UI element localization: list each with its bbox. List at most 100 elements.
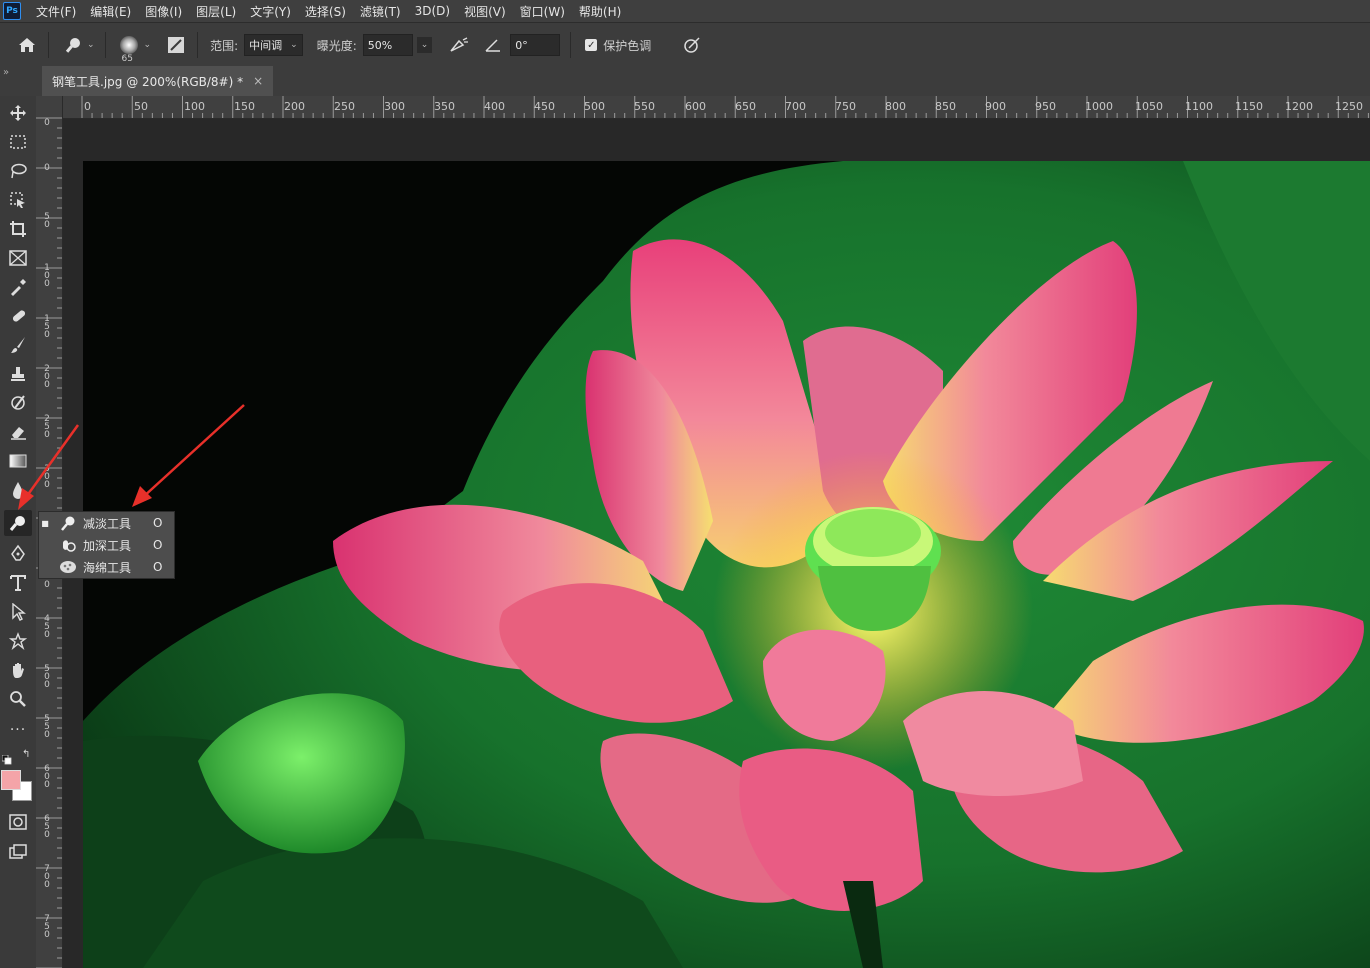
menu-type[interactable]: 文字(Y) xyxy=(243,3,298,20)
burn-icon xyxy=(57,537,79,553)
flyout-label: 减淡工具 xyxy=(83,516,132,531)
ruler-tick-label: 450 xyxy=(534,100,555,113)
chevron-down-icon: ⌄ xyxy=(290,40,298,50)
menu-layer[interactable]: 图层(L) xyxy=(189,3,243,20)
angle-value: 0° xyxy=(515,38,528,52)
menu-edit[interactable]: 编辑(E) xyxy=(83,3,138,20)
flyout-item-burn[interactable]: 加深工具 O xyxy=(39,534,174,556)
panel-collapse[interactable]: » xyxy=(0,66,38,96)
ruler-tick-label: 750 xyxy=(42,914,52,938)
dodge-tool-flyout: ■ 减淡工具 O 加深工具 O 海绵工具 O xyxy=(38,511,175,579)
menu-select[interactable]: 选择(S) xyxy=(298,3,353,20)
brush-chevron-down-icon[interactable]: ⌄ xyxy=(144,40,152,50)
custom-shape-tool-icon[interactable] xyxy=(4,628,32,654)
hand-tool-icon[interactable] xyxy=(4,657,32,683)
ruler-tick-label: 150 xyxy=(42,314,52,338)
ruler-tick-label: 650 xyxy=(42,814,52,838)
default-colors-icon[interactable] xyxy=(1,750,12,765)
horizontal-ruler-ticks xyxy=(81,96,1369,118)
protect-tones-option[interactable]: ✓ 保护色调 xyxy=(585,37,651,54)
menu-view[interactable]: 视图(V) xyxy=(457,3,513,20)
zoom-tool-icon[interactable] xyxy=(4,686,32,712)
brush-tool-icon[interactable] xyxy=(4,332,32,358)
screen-mode-icon[interactable] xyxy=(4,839,32,865)
menu-3d[interactable]: 3D(D) xyxy=(408,4,457,18)
airbrush-icon[interactable] xyxy=(448,34,470,56)
selected-dot-icon: ■ xyxy=(41,518,49,528)
lotus-photo[interactable] xyxy=(83,161,1370,968)
quick-mask-icon[interactable] xyxy=(4,809,32,835)
gradient-tool-icon[interactable] xyxy=(4,448,32,474)
ruler-tick-label: 550 xyxy=(634,100,655,113)
ruler-tick-label: 0 xyxy=(84,100,91,113)
frame-tool-icon[interactable] xyxy=(4,245,32,271)
home-icon[interactable] xyxy=(16,34,38,56)
menu-filter[interactable]: 滤镜(T) xyxy=(353,3,408,20)
crop-tool-icon[interactable] xyxy=(4,216,32,242)
ruler-tick-label: 100 xyxy=(184,100,205,113)
ruler-tick-label: 350 xyxy=(434,100,455,113)
ruler-tick-label: 950 xyxy=(1035,100,1056,113)
range-select[interactable]: 中间调 ⌄ xyxy=(244,34,303,56)
move-tool-icon[interactable] xyxy=(4,100,32,126)
menu-file[interactable]: 文件(F) xyxy=(29,3,83,20)
eraser-tool-icon[interactable] xyxy=(4,419,32,445)
marquee-tool-icon[interactable] xyxy=(4,129,32,155)
ruler-tick-label: 400 xyxy=(484,100,505,113)
ruler-tick-label: 250 xyxy=(42,414,52,438)
flyout-shortcut: O xyxy=(153,538,163,552)
flyout-item-sponge[interactable]: 海绵工具 O xyxy=(39,556,174,578)
pen-tool-icon[interactable] xyxy=(4,540,32,566)
healing-brush-tool-icon[interactable] xyxy=(4,303,32,329)
document-tab[interactable]: 钢笔工具.jpg @ 200%(RGB/8#) * × xyxy=(42,66,274,96)
close-icon[interactable]: × xyxy=(253,74,263,88)
ruler-tick-label: 600 xyxy=(685,100,706,113)
foreground-color-swatch[interactable] xyxy=(1,770,21,790)
dodge-icon xyxy=(57,515,79,531)
path-selection-tool-icon[interactable] xyxy=(4,599,32,625)
protect-tones-checkbox[interactable]: ✓ xyxy=(585,39,598,51)
dodge-tool-preset-icon[interactable] xyxy=(63,34,85,56)
flyout-item-dodge[interactable]: ■ 减淡工具 O xyxy=(39,512,174,534)
range-value: 中间调 xyxy=(249,39,283,52)
ruler-tick-label: 600 xyxy=(42,764,52,788)
brush-preview-icon[interactable]: 65 xyxy=(119,36,138,64)
ruler-tick-label: 50 xyxy=(42,212,52,228)
angle-field[interactable]: 0° xyxy=(510,34,561,56)
exposure-label: 曝光度: xyxy=(316,38,357,53)
brush-size-value: 65 xyxy=(121,54,133,64)
canvas-area[interactable] xyxy=(63,119,1370,968)
exposure-chevron-down-icon[interactable]: ⌄ xyxy=(416,37,433,53)
blur-tool-icon[interactable] xyxy=(4,477,32,503)
pressure-icon[interactable] xyxy=(681,34,703,56)
separator xyxy=(570,32,572,58)
type-tool-icon[interactable] xyxy=(4,570,32,596)
range-label: 范围: xyxy=(210,38,239,53)
history-brush-tool-icon[interactable] xyxy=(4,390,32,416)
double-chevron-icon[interactable]: » xyxy=(3,67,9,78)
separator xyxy=(104,32,106,58)
exposure-field[interactable]: 50% xyxy=(362,34,413,56)
lasso-tool-icon[interactable] xyxy=(4,158,32,184)
preset-chevron-down-icon[interactable]: ⌄ xyxy=(87,40,95,50)
flyout-label: 加深工具 xyxy=(83,538,132,553)
more-tools-icon[interactable]: ··· xyxy=(4,717,32,743)
flyout-shortcut: O xyxy=(153,516,163,530)
ruler-tick-label: 1100 xyxy=(1185,100,1213,113)
clone-stamp-tool-icon[interactable] xyxy=(4,361,32,387)
ruler-tick-label: 1150 xyxy=(1235,100,1263,113)
menu-window[interactable]: 窗口(W) xyxy=(513,3,572,20)
ruler-tick-label: 100 xyxy=(42,263,52,287)
menu-help[interactable]: 帮助(H) xyxy=(572,3,628,20)
dodge-tool-icon[interactable] xyxy=(4,510,32,536)
eyedropper-tool-icon[interactable] xyxy=(4,274,32,300)
ruler-tick-label: 150 xyxy=(234,100,255,113)
menu-image[interactable]: 图像(I) xyxy=(138,3,189,20)
object-selection-tool-icon[interactable] xyxy=(4,187,32,213)
horizontal-ruler[interactable]: 0 50 100 150 200 250 300 350 400 450 500… xyxy=(62,96,1370,119)
flyout-shortcut: O xyxy=(153,560,163,574)
options-bar: ⌄ 65 ⌄ 范围: 中间调 ⌄ 曝光度: 50% ⌄ 0° ✓ 保护色调 xyxy=(0,22,1370,68)
ruler-tick-label: 300 xyxy=(384,100,405,113)
swap-colors-icon[interactable]: ↰ xyxy=(22,750,32,760)
brush-settings-icon[interactable] xyxy=(165,34,187,56)
